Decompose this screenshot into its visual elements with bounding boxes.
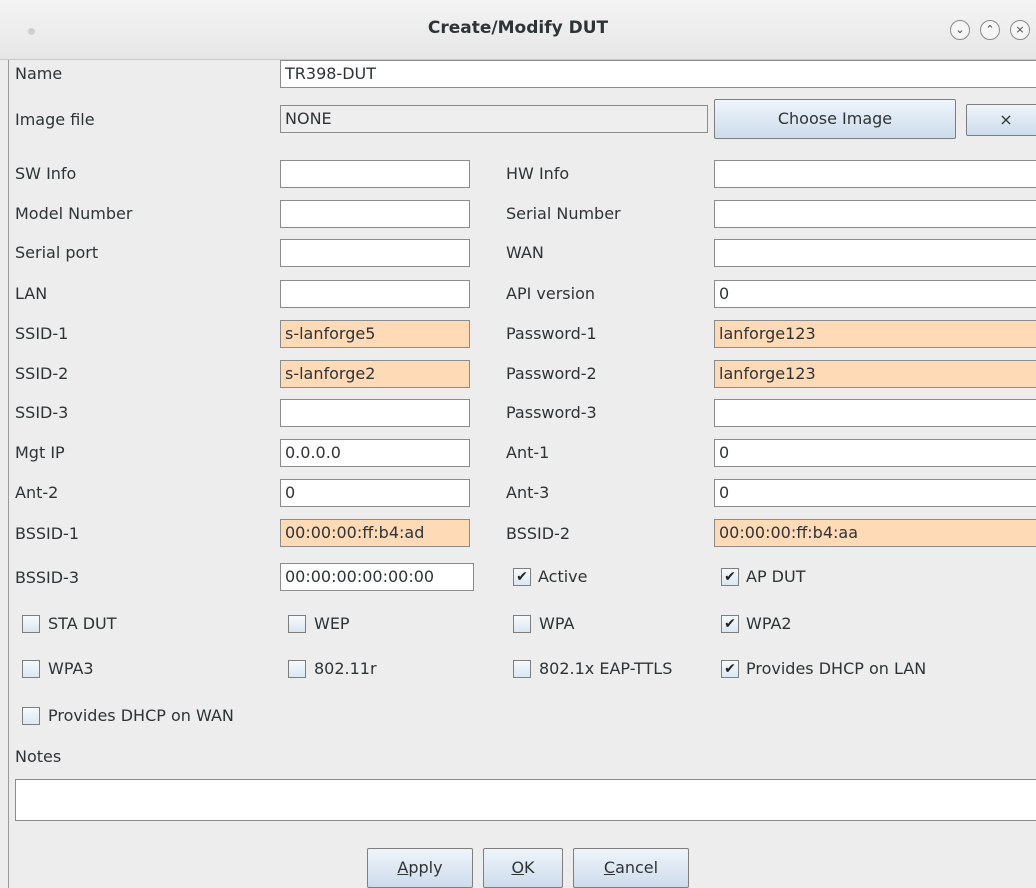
active-checkbox[interactable]: ✔	[513, 568, 531, 586]
lan-input[interactable]	[280, 280, 470, 308]
sw-info-label: SW Info	[15, 164, 77, 183]
notes-label: Notes	[15, 747, 62, 766]
hw-info-input[interactable]	[714, 160, 1036, 188]
ant3-input[interactable]: 0	[714, 479, 1036, 507]
bssid1-input[interactable]: 00:00:00:ff:b4:ad	[280, 519, 470, 547]
cancel-button[interactable]: Cancel	[573, 848, 689, 888]
image-file-label: Image file	[15, 110, 95, 129]
lan-label: LAN	[15, 284, 48, 303]
notes-input[interactable]	[15, 779, 1036, 821]
api-version-label: API version	[506, 284, 595, 303]
dhcp-lan-label: Provides DHCP on LAN	[746, 659, 927, 678]
password1-input[interactable]: lanforge123	[714, 320, 1036, 348]
sta-dut-label: STA DUT	[48, 614, 117, 633]
password3-input[interactable]	[714, 399, 1036, 427]
wep-checkbox[interactable]	[288, 615, 306, 633]
model-number-input[interactable]	[280, 200, 470, 228]
ssid1-label: SSID-1	[15, 324, 69, 343]
sw-info-input[interactable]	[280, 160, 470, 188]
cancel-mnemonic: C	[603, 858, 616, 877]
wpa2-checkbox[interactable]: ✔	[721, 615, 739, 633]
api-version-input[interactable]: 0	[714, 280, 1036, 308]
dhcp-wan-checkbox[interactable]	[22, 707, 40, 725]
ssid1-input[interactable]: s-lanforge5	[280, 320, 470, 348]
hw-info-label: HW Info	[506, 164, 570, 183]
password2-label: Password-2	[506, 364, 597, 383]
802-11r-checkbox[interactable]	[288, 660, 306, 678]
cancel-label: ancel	[615, 858, 659, 877]
wpa-label: WPA	[539, 614, 575, 633]
serial-number-label: Serial Number	[506, 204, 621, 223]
ok-button[interactable]: OK	[483, 848, 563, 888]
password2-input[interactable]: lanforge123	[714, 360, 1036, 388]
dhcp-lan-checkbox[interactable]: ✔	[721, 660, 739, 678]
bssid2-label: BSSID-2	[506, 524, 570, 543]
close-icon[interactable]: ×	[1010, 20, 1030, 40]
clear-image-button[interactable]: ×	[966, 104, 1036, 136]
ant1-input[interactable]: 0	[714, 439, 1036, 467]
model-number-label: Model Number	[15, 204, 133, 223]
ssid3-input[interactable]	[280, 399, 470, 427]
name-label: Name	[15, 64, 63, 83]
choose-image-button[interactable]: Choose Image	[714, 99, 956, 139]
mgt-ip-label: Mgt IP	[15, 443, 65, 462]
wpa-checkbox[interactable]	[513, 615, 531, 633]
window-title: Create/Modify DUT	[427, 18, 609, 38]
password1-label: Password-1	[506, 324, 597, 343]
chevron-down-icon[interactable]: ⌄	[950, 20, 970, 40]
wan-input[interactable]	[714, 239, 1036, 267]
bssid2-input[interactable]: 00:00:00:ff:b4:aa	[714, 519, 1036, 547]
bssid3-input[interactable]: 00:00:00:00:00:00	[280, 563, 474, 591]
ant3-label: Ant-3	[506, 483, 550, 502]
wep-label: WEP	[314, 614, 350, 633]
ant1-label: Ant-1	[506, 443, 550, 462]
ap-dut-checkbox[interactable]: ✔	[721, 568, 739, 586]
name-input[interactable]: TR398-DUT	[280, 60, 1036, 88]
wan-label: WAN	[506, 243, 544, 262]
ssid3-label: SSID-3	[15, 403, 69, 422]
bssid1-label: BSSID-1	[15, 524, 79, 543]
ok-mnemonic: O	[511, 858, 525, 877]
ok-label: K	[524, 858, 535, 877]
wpa2-label: WPA2	[746, 614, 792, 633]
wpa3-label: WPA3	[48, 659, 94, 678]
sta-dut-checkbox[interactable]	[22, 615, 40, 633]
mgt-ip-input[interactable]: 0.0.0.0	[280, 439, 470, 467]
ant2-label: Ant-2	[15, 483, 59, 502]
password3-label: Password-3	[506, 403, 597, 422]
ssid2-label: SSID-2	[15, 364, 69, 383]
chevron-up-icon[interactable]: ⌃	[980, 20, 1000, 40]
dhcp-wan-label: Provides DHCP on WAN	[48, 706, 234, 725]
image-file-field: NONE	[280, 105, 708, 133]
ant2-input[interactable]: 0	[280, 479, 470, 507]
eap-ttls-checkbox[interactable]	[513, 660, 531, 678]
ssid2-input[interactable]: s-lanforge2	[280, 360, 470, 388]
apply-mnemonic: A	[397, 858, 409, 877]
serial-port-input[interactable]	[280, 239, 470, 267]
wpa3-checkbox[interactable]	[22, 660, 40, 678]
802-11r-label: 802.11r	[314, 659, 377, 678]
active-label: Active	[538, 567, 588, 586]
eap-ttls-label: 802.1x EAP-TTLS	[539, 659, 673, 678]
title-bar: Create/Modify DUT ⌄ ⌃ ×	[0, 0, 1036, 60]
apply-button[interactable]: Apply	[367, 848, 473, 888]
ap-dut-label: AP DUT	[746, 567, 806, 586]
bssid3-label: BSSID-3	[15, 568, 79, 587]
serial-port-label: Serial port	[15, 243, 99, 262]
window-border	[8, 60, 9, 888]
serial-number-input[interactable]	[714, 200, 1036, 228]
apply-label: pply	[408, 858, 443, 877]
